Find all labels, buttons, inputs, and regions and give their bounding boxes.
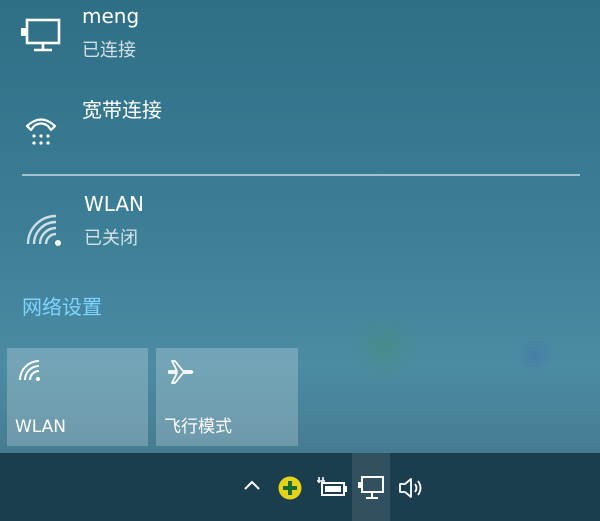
network-name: meng (82, 4, 140, 28)
background-blur (515, 335, 555, 375)
wifi-off-icon (24, 212, 64, 252)
quick-action-airplane[interactable]: 飞行模式 (156, 348, 298, 446)
battery-plug-icon[interactable] (316, 475, 348, 505)
network-flyout: meng 已连接 宽带连接 WLAN 已关闭 网络设置 WLAN 飞行模式 (0, 0, 600, 521)
airplane-icon (166, 358, 196, 390)
background-blur (345, 312, 425, 382)
network-monitor-icon[interactable] (357, 475, 385, 505)
network-item-wlan[interactable]: WLAN 已关闭 (0, 182, 600, 262)
divider (22, 174, 580, 176)
taskbar (0, 453, 600, 521)
network-status: 已连接 (82, 40, 136, 61)
network-item-meng[interactable]: meng 已连接 (0, 0, 600, 80)
network-status: 已关闭 (84, 228, 138, 249)
quick-action-wlan[interactable]: WLAN (7, 348, 148, 446)
security-plus-icon[interactable] (277, 475, 303, 505)
wifi-icon (17, 358, 43, 386)
volume-icon[interactable] (397, 475, 427, 505)
network-name: WLAN (84, 192, 145, 216)
network-item-broadband[interactable]: 宽带连接 (0, 84, 600, 164)
ethernet-monitor-icon (20, 18, 62, 60)
chevron-up-icon[interactable] (242, 475, 262, 499)
network-name: 宽带连接 (82, 98, 162, 122)
dialup-phone-icon (24, 114, 58, 152)
quick-action-label: 飞行模式 (164, 417, 232, 437)
quick-action-label: WLAN (15, 417, 67, 437)
network-settings-link[interactable]: 网络设置 (22, 291, 102, 320)
